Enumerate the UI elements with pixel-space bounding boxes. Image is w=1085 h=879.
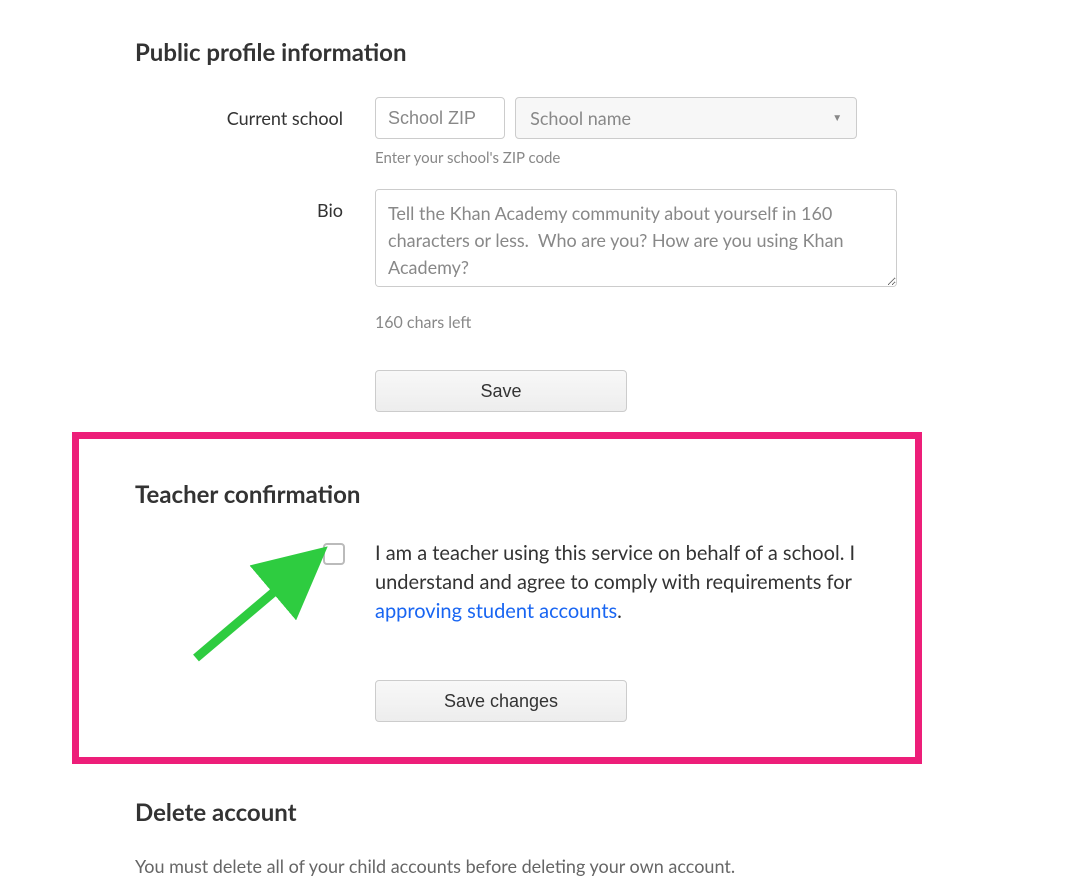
bio-chars-left: 160 chars left — [375, 313, 950, 332]
bio-row: Bio 160 chars left Save — [135, 189, 950, 412]
teacher-text-part2: . — [617, 599, 622, 623]
teacher-confirmation-text: I am a teacher using this service on beh… — [375, 539, 895, 626]
bio-textarea[interactable] — [375, 189, 897, 287]
teacher-save-row: Save changes — [375, 680, 955, 722]
current-school-field: School name ▼ Enter your school's ZIP co… — [375, 97, 950, 167]
delete-account-heading: Delete account — [135, 798, 735, 827]
approving-student-accounts-link[interactable]: approving student accounts — [375, 599, 617, 623]
current-school-row: Current school School name ▼ Enter your … — [135, 97, 950, 167]
teacher-text-part1: I am a teacher using this service on beh… — [375, 541, 855, 594]
school-zip-input[interactable] — [375, 97, 505, 139]
teacher-confirmation-section: Teacher confirmation I am a teacher usin… — [135, 480, 955, 722]
teacher-checkbox-cell — [135, 539, 375, 565]
bio-label: Bio — [135, 189, 375, 221]
teacher-confirmation-heading: Teacher confirmation — [135, 480, 955, 509]
school-zip-helper: Enter your school's ZIP code — [375, 149, 950, 167]
save-profile-button[interactable]: Save — [375, 370, 627, 412]
bio-field: 160 chars left Save — [375, 189, 950, 412]
public-profile-section: Public profile information Current schoo… — [0, 0, 1085, 412]
current-school-label: Current school — [135, 97, 375, 129]
public-profile-heading: Public profile information — [135, 38, 950, 67]
chevron-down-icon: ▼ — [832, 112, 842, 124]
save-teacher-button[interactable]: Save changes — [375, 680, 627, 722]
teacher-confirmation-checkbox[interactable] — [323, 543, 345, 565]
teacher-confirmation-row: I am a teacher using this service on beh… — [135, 539, 955, 626]
school-name-select-value: School name — [530, 107, 631, 129]
delete-account-section: Delete account You must delete all of yo… — [135, 798, 735, 877]
delete-account-text: You must delete all of your child accoun… — [135, 855, 735, 877]
school-name-select[interactable]: School name ▼ — [515, 97, 857, 139]
